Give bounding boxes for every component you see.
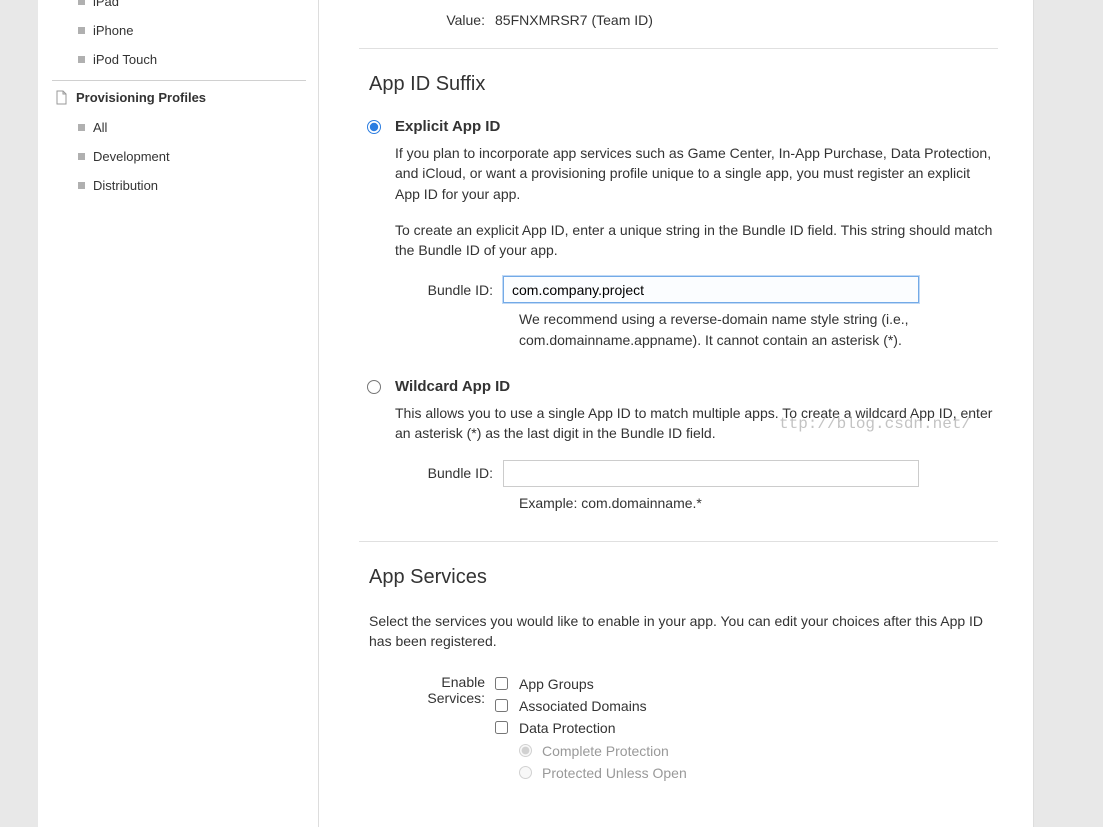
wildcard-app-id-label: Wildcard App ID bbox=[395, 378, 510, 395]
bullet-icon bbox=[78, 153, 85, 160]
sidebar-item-label: iPhone bbox=[93, 23, 133, 38]
bullet-icon bbox=[78, 0, 85, 5]
sidebar-item-ipad[interactable]: iPad bbox=[52, 0, 306, 16]
dp-complete-radio[interactable] bbox=[519, 744, 532, 757]
bundle-id-label-explicit: Bundle ID: bbox=[395, 282, 503, 298]
sidebar-item-label: All bbox=[93, 120, 107, 135]
enable-services-label: Enable Services: bbox=[387, 674, 495, 784]
prefix-value-row: Value: 85FNXMRSR7 (Team ID) bbox=[423, 0, 998, 48]
explicit-desc-2: To create an explicit App ID, enter a un… bbox=[395, 220, 998, 261]
sidebar-item-iphone[interactable]: iPhone bbox=[52, 16, 306, 45]
section-title-suffix: App ID Suffix bbox=[369, 73, 998, 96]
dp-option-label: Complete Protection bbox=[542, 743, 669, 759]
bundle-id-label-wildcard: Bundle ID: bbox=[395, 465, 503, 481]
sidebar-item-ipod-touch[interactable]: iPod Touch bbox=[52, 45, 306, 74]
sidebar-item-label: Distribution bbox=[93, 178, 158, 193]
service-label: Associated Domains bbox=[519, 698, 647, 714]
explicit-app-id-block: Explicit App ID If you plan to incorpora… bbox=[367, 118, 998, 350]
content-area: ttp://blog.csdn.net/ Value: 85FNXMRSR7 (… bbox=[319, 0, 1033, 827]
divider bbox=[359, 541, 998, 542]
sidebar-item-label: iPad bbox=[93, 0, 119, 9]
wildcard-app-id-radio[interactable] bbox=[367, 380, 381, 394]
service-app-groups-checkbox[interactable] bbox=[495, 677, 508, 690]
sidebar-item-development[interactable]: Development bbox=[52, 142, 306, 171]
right-gutter bbox=[1033, 0, 1103, 827]
value-text: 85FNXMRSR7 (Team ID) bbox=[495, 12, 653, 28]
value-label: Value: bbox=[423, 12, 495, 28]
document-icon bbox=[54, 89, 68, 105]
dp-option-label: Protected Unless Open bbox=[542, 765, 687, 781]
bundle-id-input-wildcard[interactable] bbox=[503, 460, 919, 487]
bullet-icon bbox=[78, 124, 85, 131]
bullet-icon bbox=[78, 27, 85, 34]
service-data-protection-checkbox[interactable] bbox=[495, 721, 508, 734]
service-associated-domains-checkbox[interactable] bbox=[495, 699, 508, 712]
explicit-desc-1: If you plan to incorporate app services … bbox=[395, 143, 998, 204]
service-label: Data Protection bbox=[519, 720, 616, 736]
explicit-app-id-radio[interactable] bbox=[367, 120, 381, 134]
service-label: App Groups bbox=[519, 676, 594, 692]
sidebar-item-label: Development bbox=[93, 149, 170, 164]
section-title-services: App Services bbox=[369, 566, 998, 589]
bullet-icon bbox=[78, 56, 85, 63]
section-desc-services: Select the services you would like to en… bbox=[369, 611, 998, 652]
bundle-id-input-explicit[interactable] bbox=[503, 276, 919, 303]
dp-protected-unless-open-radio[interactable] bbox=[519, 766, 532, 779]
bullet-icon bbox=[78, 182, 85, 189]
data-protection-sub-options: Complete Protection Protected Unless Ope… bbox=[519, 740, 998, 784]
wildcard-desc: This allows you to use a single App ID t… bbox=[395, 403, 998, 444]
divider bbox=[359, 48, 998, 49]
explicit-app-id-label: Explicit App ID bbox=[395, 118, 500, 135]
services-list: App Groups Associated Domains Data Prote… bbox=[495, 674, 998, 784]
sidebar-item-distribution[interactable]: Distribution bbox=[52, 171, 306, 200]
bundle-id-hint-explicit: We recommend using a reverse-domain name… bbox=[519, 309, 979, 350]
sidebar-item-all[interactable]: All bbox=[52, 113, 306, 142]
sidebar-header-provisioning[interactable]: Provisioning Profiles bbox=[52, 80, 306, 113]
bundle-id-hint-wildcard: Example: com.domainname.* bbox=[519, 493, 979, 513]
sidebar-item-label: iPod Touch bbox=[93, 52, 157, 67]
wildcard-app-id-block: Wildcard App ID This allows you to use a… bbox=[367, 378, 998, 513]
sidebar: iPad iPhone iPod Touch Provisioning Prof… bbox=[38, 0, 319, 827]
sidebar-header-label: Provisioning Profiles bbox=[76, 90, 206, 105]
